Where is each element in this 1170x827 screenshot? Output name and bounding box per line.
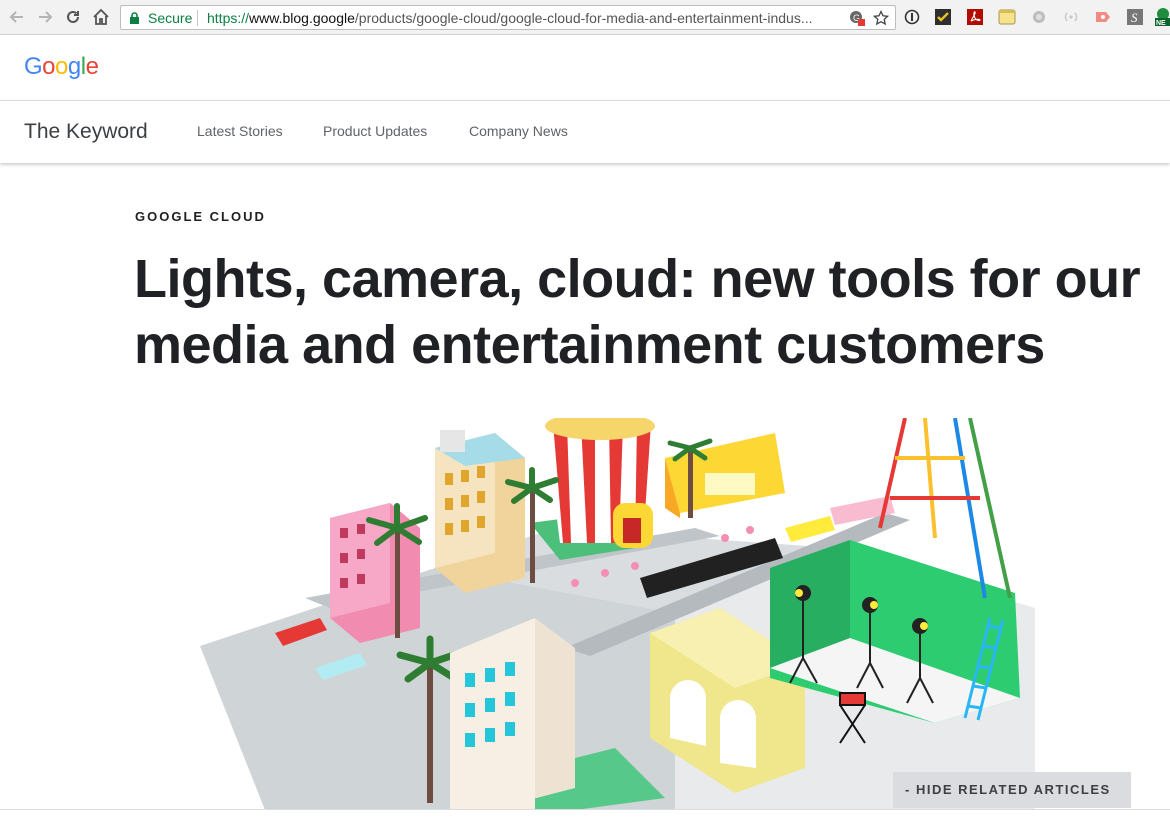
blog-navigation: The Keyword Latest Stories Product Updat… bbox=[0, 101, 1170, 163]
url-scheme: https:// bbox=[207, 10, 250, 26]
checklist-extension-icon[interactable] bbox=[934, 8, 952, 26]
svg-text:S: S bbox=[1131, 10, 1138, 25]
reload-icon[interactable] bbox=[62, 6, 84, 28]
notes-extension-icon[interactable] bbox=[998, 8, 1016, 26]
page-bottom-divider bbox=[0, 809, 1170, 810]
forward-icon[interactable] bbox=[34, 6, 56, 28]
signal-extension-icon[interactable] bbox=[1062, 8, 1080, 26]
nav-product-updates[interactable]: Product Updates bbox=[323, 123, 427, 139]
new-extension-icon[interactable]: NE bbox=[1154, 8, 1170, 26]
logo-letter: o bbox=[42, 53, 56, 80]
nav-latest-stories[interactable]: Latest Stories bbox=[197, 123, 283, 139]
blog-title[interactable]: The Keyword bbox=[24, 120, 148, 144]
article-title: Lights, camera, cloud: new tools for our… bbox=[134, 249, 1141, 375]
url-host: www.blog.google bbox=[249, 10, 355, 26]
google-logo[interactable]: Google bbox=[24, 53, 99, 81]
home-icon[interactable] bbox=[90, 6, 112, 28]
back-icon[interactable] bbox=[6, 6, 28, 28]
article-category[interactable]: GOOGLE CLOUD bbox=[135, 209, 266, 224]
pdf-extension-icon[interactable] bbox=[966, 8, 984, 26]
s-extension-icon[interactable]: S bbox=[1126, 8, 1144, 26]
nav-company-news[interactable]: Company News bbox=[469, 123, 568, 139]
hide-related-articles-button[interactable]: - HIDE RELATED ARTICLES bbox=[893, 772, 1131, 808]
url-text[interactable]: https://www.blog.google/products/google-… bbox=[207, 10, 812, 26]
address-bar[interactable]: Secure https://www.blog.google/products/… bbox=[120, 5, 896, 30]
security-label[interactable]: Secure bbox=[148, 10, 192, 26]
logo-letter: o bbox=[55, 53, 68, 80]
address-divider bbox=[197, 10, 198, 26]
bookmark-star-icon[interactable] bbox=[873, 10, 889, 26]
lock-icon bbox=[129, 12, 140, 30]
browser-toolbar: Secure https://www.blog.google/products/… bbox=[0, 0, 1170, 35]
logo-letter: g bbox=[67, 53, 81, 80]
info-extension-icon[interactable] bbox=[903, 8, 921, 26]
logo-letter: G bbox=[24, 53, 43, 80]
cast-extension-icon[interactable] bbox=[1094, 8, 1112, 26]
url-path: /products/google-cloud/google-cloud-for-… bbox=[354, 10, 813, 26]
circle-extension-icon[interactable] bbox=[1030, 8, 1048, 26]
logo-letter: e bbox=[85, 53, 99, 80]
translate-icon[interactable]: G bbox=[849, 10, 865, 26]
hero-image bbox=[135, 418, 1135, 810]
svg-text:NE: NE bbox=[1156, 20, 1166, 26]
paper-craft-city-illustration bbox=[200, 418, 1035, 810]
